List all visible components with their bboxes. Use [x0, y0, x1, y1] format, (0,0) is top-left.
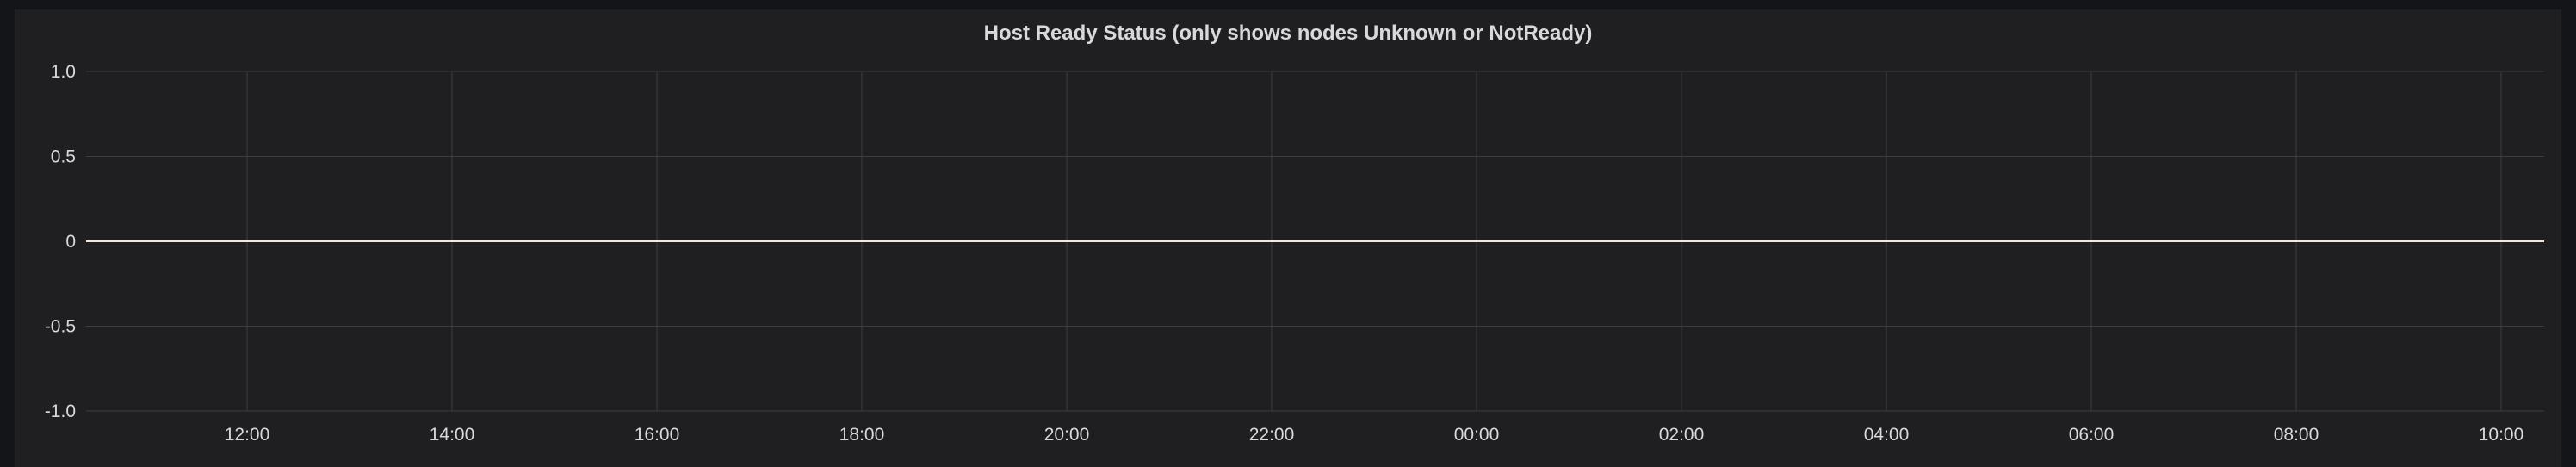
y-tick-label: -1.0	[45, 402, 76, 421]
x-tick-label: 14:00	[430, 425, 475, 445]
y-tick-label: -0.5	[45, 317, 76, 337]
x-tick-label: 22:00	[1249, 425, 1295, 445]
x-tick-label: 04:00	[1864, 425, 1910, 445]
y-tick-label: 0.5	[51, 147, 76, 167]
y-tick-label: 1.0	[51, 62, 76, 82]
x-tick-label: 16:00	[635, 425, 680, 445]
x-tick-label: 06:00	[2069, 425, 2115, 445]
x-tick-label: 12:00	[225, 425, 270, 445]
x-tick-label: 20:00	[1044, 425, 1090, 445]
x-tick-label: 08:00	[2274, 425, 2319, 445]
y-tick-label: 0	[65, 232, 76, 252]
x-tick-label: 00:00	[1454, 425, 1500, 445]
x-tick-label: 18:00	[839, 425, 885, 445]
x-tick-label: 02:00	[1659, 425, 1705, 445]
x-tick-label: 10:00	[2479, 425, 2524, 445]
line-chart: 1.0 0.5 0 -0.5 -1.0 12:00 14:00 16:00 18:00 20:00…	[45, 62, 2544, 445]
